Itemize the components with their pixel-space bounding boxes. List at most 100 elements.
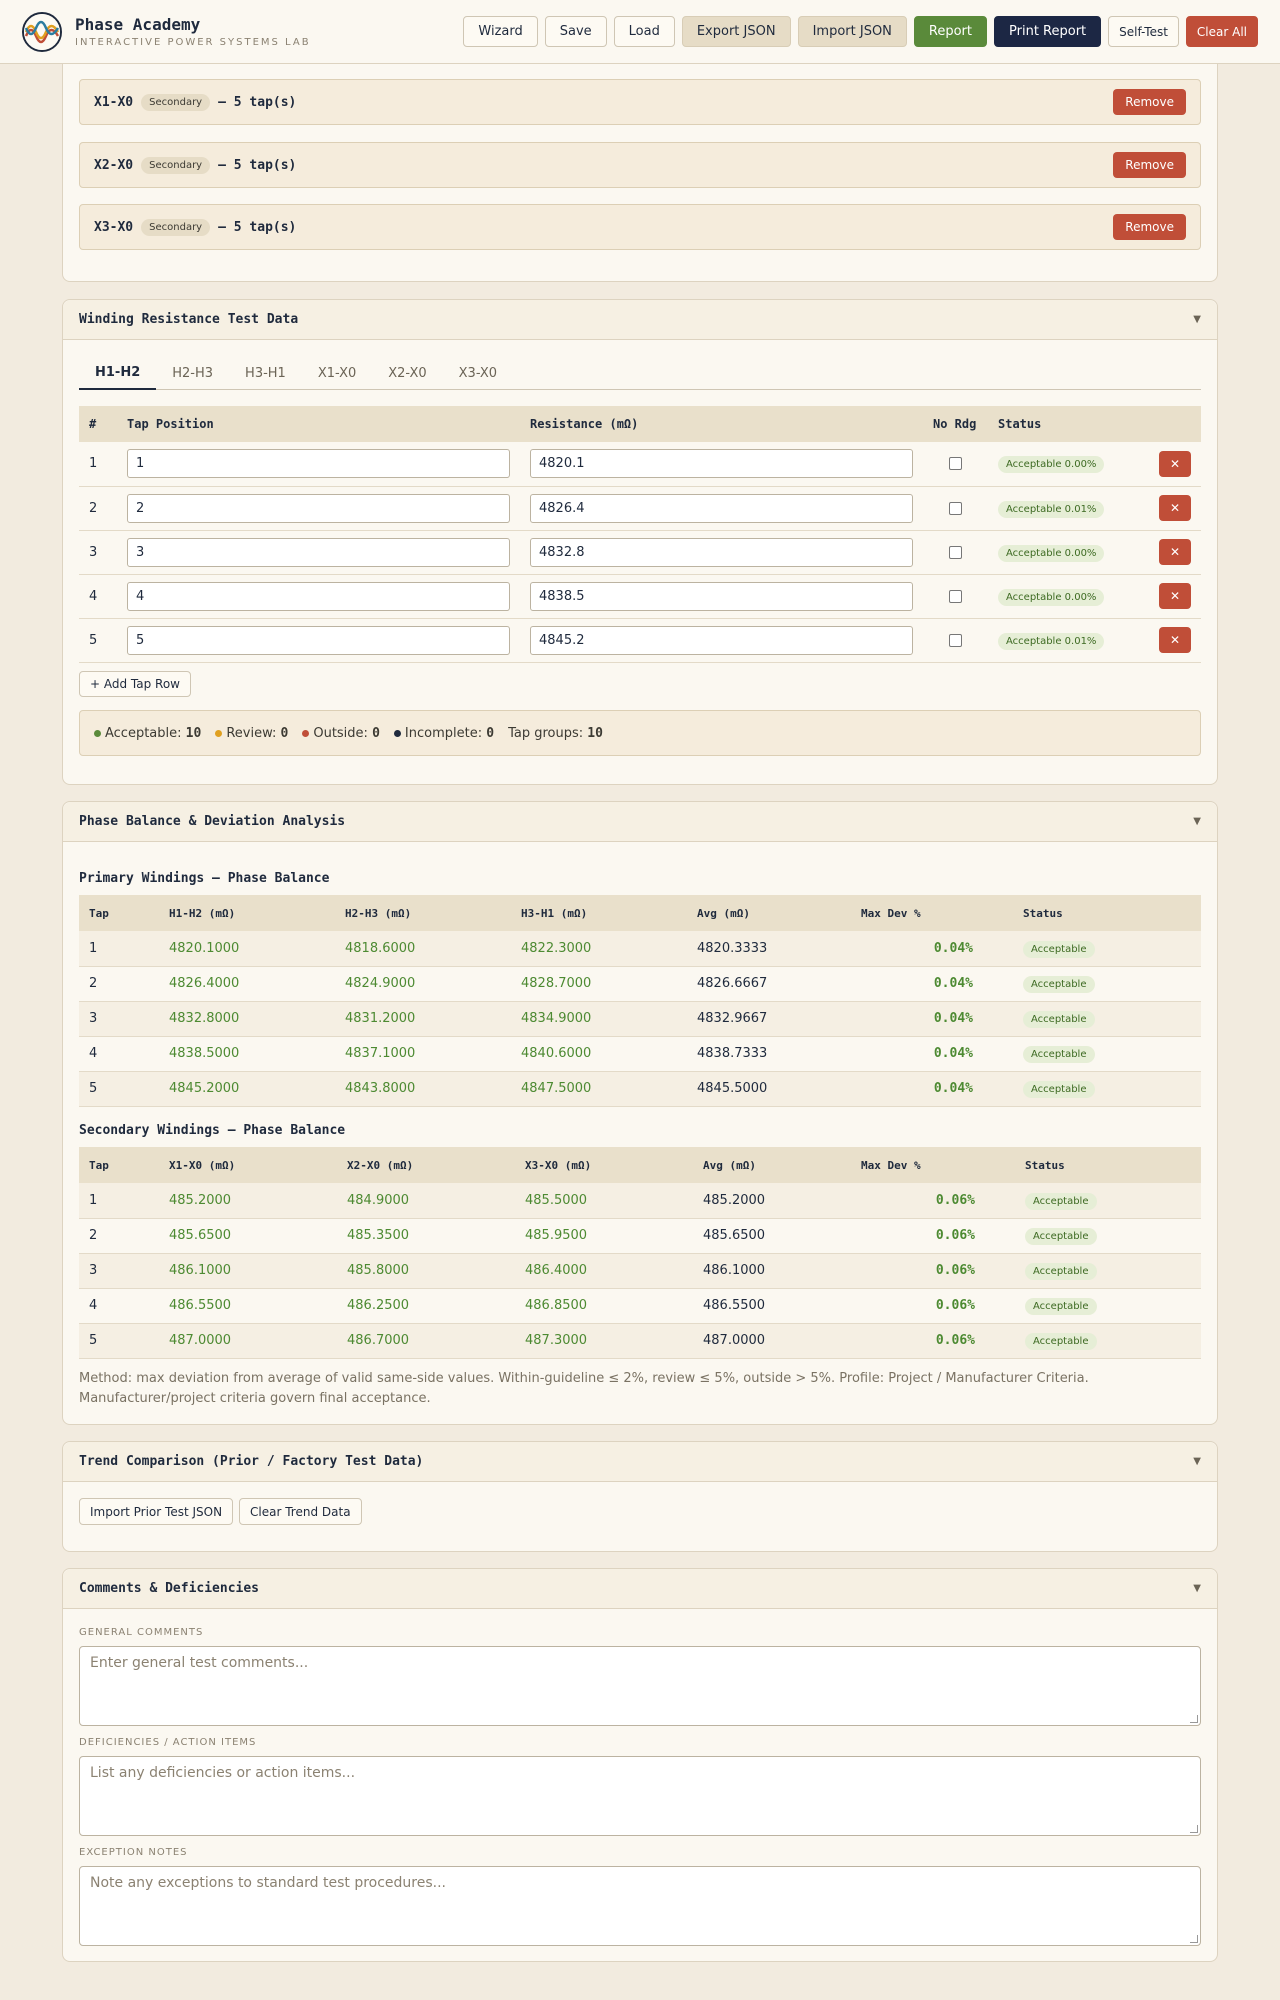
col-header: Avg (mΩ) [693,1147,851,1183]
general-comments-label: GENERAL COMMENTS [79,1627,204,1638]
group-name: X2-X0 [94,157,134,173]
wizard-button[interactable]: Wizard [463,16,538,47]
group-name: X1-X0 [94,94,134,110]
tab-x1-x0[interactable]: X1-X0 [302,356,372,390]
deficiencies-textarea[interactable]: List any deficiencies or action items... [79,1756,1201,1836]
tab-x3-x0[interactable]: X3-X0 [443,356,513,390]
tap-groups-count: 10 [587,725,603,741]
deficiencies-label: DEFICIENCIES / ACTION ITEMS [79,1737,257,1748]
section-title: Trend Comparison (Prior / Factory Test D… [79,1454,424,1469]
resize-handle-icon[interactable] [1190,1715,1198,1723]
export-json-button[interactable]: Export JSON [681,16,791,47]
tap-position-input[interactable]: 1 [127,449,510,479]
tab-x2-x0[interactable]: X2-X0 [372,356,442,390]
tap-position-input[interactable]: 2 [127,493,510,523]
winding-resistance-header[interactable]: Winding Resistance Test Data ▼ [63,300,1217,340]
col-header: Max Dev % [851,895,1013,931]
report-button[interactable]: Report [913,16,988,47]
tap-position-input[interactable]: 4 [127,581,510,611]
add-tap-row-button[interactable]: + Add Tap Row [79,671,191,697]
resistance-input[interactable]: 4845.2 [530,625,913,655]
exception-notes-textarea[interactable]: Note any exceptions to standard test pro… [79,1866,1201,1946]
no-reading-checkbox[interactable] [949,633,962,647]
no-reading-checkbox[interactable] [949,501,962,515]
table-row: 2 485.6500 485.3500 485.9500 485.6500 0.06% Ac… [79,1218,1201,1254]
no-reading-checkbox[interactable] [949,589,962,603]
comments-header[interactable]: Comments & Deficiencies ▼ [63,1569,1217,1609]
general-comments-textarea[interactable]: Enter general test comments... [79,1646,1201,1726]
col-header: Status [988,406,1141,442]
collapse-icon[interactable]: ▼ [1193,1583,1201,1594]
clear-trend-button[interactable]: Clear Trend Data [239,1498,362,1525]
row-number: 4 [79,574,117,619]
resistance-input[interactable]: 4826.4 [530,493,913,523]
trend-header[interactable]: Trend Comparison (Prior / Factory Test D… [63,1442,1217,1482]
status-badge: Acceptable [1025,1192,1097,1210]
tap-position-input[interactable]: 3 [127,537,510,567]
review-dot-icon [215,729,223,737]
col-header: Status [1015,1147,1201,1183]
status-badge: Acceptable [1025,1228,1097,1245]
load-button[interactable]: Load [613,16,675,47]
self-test-button[interactable]: Self-Test [1108,16,1179,47]
save-button[interactable]: Save [544,16,607,47]
tap-group-x3-x0: X3-X0 Secondary — 5 tap(s) Remove [79,204,1201,250]
resistance-input[interactable]: 4838.5 [530,581,913,611]
resistance-input[interactable]: 4832.8 [530,537,913,567]
collapse-icon[interactable]: ▼ [1193,1456,1201,1467]
section-title: Comments & Deficiencies [79,1581,260,1596]
exception-notes-label: EXCEPTION NOTES [79,1847,188,1858]
phase-balance-header[interactable]: Phase Balance & Deviation Analysis ▼ [63,802,1217,842]
comments-card: Comments & Deficiencies ▼ GENERAL COMMEN… [62,1568,1218,1962]
status-badge: Acceptable 0.01% [998,632,1105,650]
status-badge: Acceptable [1025,1298,1097,1315]
group-tap-count: — 5 tap(s) [218,94,297,110]
tab-h3-h1[interactable]: H3-H1 [229,356,302,390]
col-header: H2-H3 (mΩ) [335,895,511,931]
incomplete-dot-icon [393,729,401,737]
secondary-balance-table: Tap X1-X0 (mΩ) X2-X0 (mΩ) X3-X0 (mΩ) Avg… [79,1147,1201,1359]
remove-row-button[interactable]: ✕ [1159,495,1191,521]
group-name: X3-X0 [94,219,134,235]
col-header: No Rdg [923,406,988,442]
col-header: Tap [79,1147,159,1183]
acceptable-count: 10 [185,725,202,741]
remove-row-button[interactable]: ✕ [1159,583,1191,609]
app-subtitle: INTERACTIVE POWER SYSTEMS LAB [75,37,311,48]
remove-row-button[interactable]: ✕ [1159,539,1191,565]
primary-balance-title: Primary Windings — Phase Balance [79,871,330,886]
import-prior-test-button[interactable]: Import Prior Test JSON [79,1498,234,1525]
secondary-balance-title: Secondary Windings — Phase Balance [79,1123,346,1138]
remove-group-button[interactable]: Remove [1113,152,1186,178]
tab-h2-h3[interactable]: H2-H3 [156,356,229,390]
resize-handle-icon[interactable] [1190,1825,1198,1833]
remove-row-button[interactable]: ✕ [1159,450,1191,477]
import-json-button[interactable]: Import JSON [797,16,907,47]
remove-group-button[interactable]: Remove [1113,89,1186,115]
no-reading-checkbox[interactable] [949,457,962,471]
resistance-input[interactable]: 4820.1 [530,449,913,479]
print-report-button[interactable]: Print Report [994,16,1102,47]
status-badge: Acceptable [1023,976,1095,993]
resize-handle-icon[interactable] [1190,1935,1198,1943]
collapse-icon[interactable]: ▼ [1193,816,1201,827]
col-header: Max Dev % [851,1147,1015,1183]
col-header: # [79,406,117,442]
status-badge: Acceptable [1023,1046,1095,1063]
tap-position-input[interactable]: 5 [127,625,510,655]
row-number: 5 [79,618,117,663]
clear-all-button[interactable]: Clear All [1185,16,1258,47]
no-reading-checkbox[interactable] [949,545,962,559]
table-row: 1 4820.1000 4818.6000 4822.3000 4820.3333 0.0… [79,931,1201,967]
table-row: 5 487.0000 486.7000 487.3000 487.0000 0.06% Ac… [79,1323,1201,1359]
section-title: Phase Balance & Deviation Analysis [79,814,346,829]
col-header: Status [1013,895,1201,931]
table-row: 5 5 4845.2 Acceptable 0.01% ✕ [79,618,1201,663]
remove-row-button[interactable]: ✕ [1159,627,1191,653]
status-badge: Acceptable [1023,1011,1095,1028]
resistance-table: # Tap Position Resistance (mΩ) No Rdg St… [79,406,1201,663]
section-title: Winding Resistance Test Data [79,312,299,327]
tab-h1-h2[interactable]: H1-H2 [79,356,157,390]
collapse-icon[interactable]: ▼ [1193,314,1201,325]
remove-group-button[interactable]: Remove [1113,214,1186,240]
